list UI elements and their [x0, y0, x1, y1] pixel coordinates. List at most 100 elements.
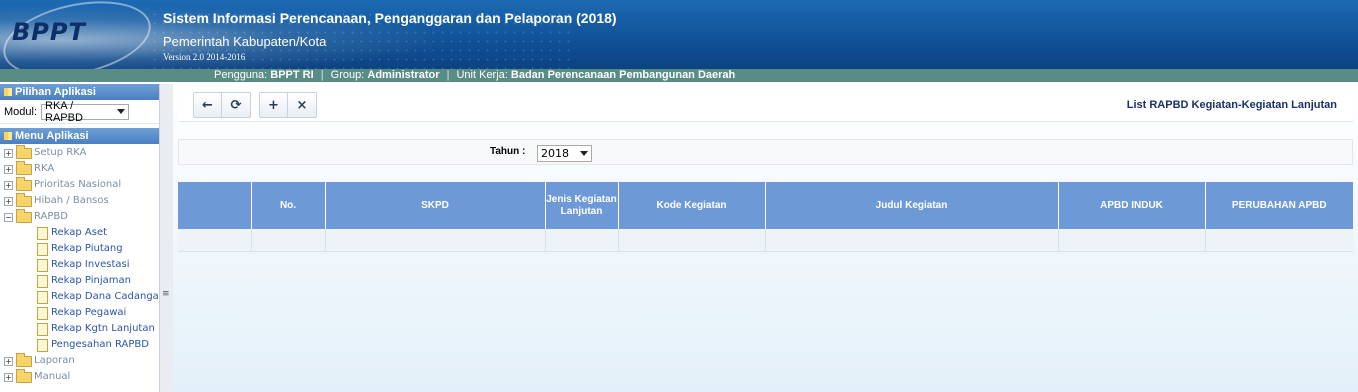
document-icon — [37, 323, 48, 336]
folder-icon — [16, 161, 32, 175]
chevron-down-icon — [580, 151, 588, 156]
grip-icon — [4, 88, 12, 96]
unit-value: Badan Perencanaan Pembangunan Daerah — [510, 69, 736, 81]
rapbd-table: No. SKPD Jenis Kegiatan Lanjutan Kode Ke… — [178, 182, 1353, 252]
tree-item-rka[interactable]: + RKA — [0, 161, 159, 177]
tree-item-rekap-pinjaman[interactable]: Rekap Pinjaman — [0, 273, 159, 289]
modul-select-value: RKA / RAPBD — [45, 99, 83, 124]
expand-icon[interactable]: + — [4, 357, 13, 366]
folder-icon — [16, 145, 32, 159]
document-icon — [37, 227, 48, 240]
tree-item-manual[interactable]: + Manual — [0, 369, 159, 385]
tree-item-rekap-aset[interactable]: Rekap Aset — [0, 225, 159, 241]
group-label: Group: — [330, 69, 365, 81]
tree-item-setup-rka[interactable]: + Setup RKA — [0, 145, 159, 161]
pilihan-aplikasi-header[interactable]: Pilihan Aplikasi — [0, 84, 159, 100]
menu-aplikasi-header[interactable]: Menu Aplikasi — [0, 128, 159, 144]
group-value: Administrator — [367, 69, 440, 81]
app-version: Version 2.0 2014-2016 — [163, 52, 246, 62]
column-header-apbd-induk[interactable]: APBD INDUK — [1058, 182, 1206, 229]
app-header: BPPT Sistem Informasi Perencanaan, Penga… — [0, 0, 1358, 82]
nav-button-group: ← ⟳ — [193, 92, 251, 118]
menu-tree: + Setup RKA + RKA + Prioritas Nasional +… — [0, 144, 159, 385]
table-header-row: No. SKPD Jenis Kegiatan Lanjutan Kode Ke… — [178, 182, 1353, 229]
column-header-select — [178, 182, 252, 229]
table-cell — [1058, 229, 1206, 252]
document-icon — [37, 291, 48, 304]
sidebar-splitter[interactable]: ≡ — [159, 84, 173, 392]
toolbar: ← ⟳ + × List RAPBD Kegiatan-Kegiatan Lan… — [178, 86, 1353, 122]
table-cell — [251, 229, 326, 252]
expand-icon[interactable]: + — [4, 373, 13, 382]
app-subtitle: Pemerintah Kabupaten/Kota — [163, 34, 327, 49]
document-icon — [37, 339, 48, 352]
user-value: BPPT RI — [270, 69, 314, 81]
open-folder-icon — [16, 209, 32, 223]
tree-item-rekap-piutang[interactable]: Rekap Piutang — [0, 241, 159, 257]
unit-label: Unit Kerja: — [456, 69, 508, 81]
folder-icon — [16, 193, 32, 207]
modul-label: Modul: — [4, 105, 38, 118]
tree-item-pengesahan-rapbd[interactable]: Pengesahan RAPBD — [0, 337, 159, 353]
table-cell — [618, 229, 766, 252]
modul-select[interactable]: RKA / RAPBD — [41, 100, 130, 124]
column-header-jenis-kegiatan-lanjutan[interactable]: Jenis Kegiatan Lanjutan — [545, 182, 619, 229]
column-header-skpd[interactable]: SKPD — [325, 182, 546, 229]
app-title: Sistem Informasi Perencanaan, Penganggar… — [163, 10, 617, 26]
expand-icon[interactable]: + — [4, 165, 13, 174]
tree-item-hibah-bansos[interactable]: + Hibah / Bansos — [0, 193, 159, 209]
user-info-bar: Pengguna: BPPT RI | Group: Administrator… — [0, 69, 1358, 82]
back-button[interactable]: ← — [194, 93, 222, 117]
pilihan-aplikasi-title: Pilihan Aplikasi — [15, 86, 96, 98]
modul-row: Modul: RKA / RAPBD — [0, 100, 159, 124]
splitter-grip-icon[interactable]: ≡ — [162, 289, 170, 299]
main-content: ← ⟳ + × List RAPBD Kegiatan-Kegiatan Lan… — [173, 84, 1358, 392]
column-header-kode-kegiatan[interactable]: Kode Kegiatan — [618, 182, 766, 229]
table-cell — [765, 229, 1059, 252]
expand-icon[interactable]: + — [4, 197, 13, 206]
tree-item-rekap-kgtn-lanjutan[interactable]: Rekap Kgtn Lanjutan — [0, 321, 159, 337]
sidebar: Pilihan Aplikasi Modul: RKA / RAPBD Menu… — [0, 84, 160, 392]
tree-item-rapbd[interactable]: − RAPBD — [0, 209, 159, 225]
table-cell — [545, 229, 619, 252]
expand-icon[interactable]: + — [4, 181, 13, 190]
expand-icon[interactable]: + — [4, 149, 13, 158]
add-button[interactable]: + — [260, 93, 288, 117]
refresh-icon: ⟳ — [230, 97, 242, 113]
edit-button-group: + × — [259, 92, 317, 118]
document-icon — [37, 243, 48, 256]
menu-aplikasi-title: Menu Aplikasi — [15, 130, 89, 142]
bppt-logo: BPPT — [12, 18, 86, 46]
page-title: List RAPBD Kegiatan-Kegiatan Lanjutan — [1126, 99, 1337, 111]
chevron-down-icon — [117, 109, 126, 114]
folder-icon — [16, 369, 32, 383]
user-label: Pengguna: — [214, 69, 268, 81]
separator: | — [446, 69, 450, 81]
close-icon: × — [296, 97, 308, 113]
document-icon — [37, 275, 48, 288]
delete-button[interactable]: × — [288, 93, 316, 117]
column-header-no[interactable]: No. — [251, 182, 326, 229]
tree-item-rekap-dana-cadangan[interactable]: Rekap Dana Cadanga — [0, 289, 159, 305]
column-header-perubahan-apbd[interactable]: PERUBAHAN APBD — [1205, 182, 1353, 229]
table-cell — [178, 229, 252, 252]
tree-item-rekap-pegawai[interactable]: Rekap Pegawai — [0, 305, 159, 321]
separator: | — [320, 69, 324, 81]
table-row[interactable] — [178, 229, 1353, 252]
folder-icon — [16, 353, 32, 367]
refresh-button[interactable]: ⟳ — [222, 93, 250, 117]
column-header-judul-kegiatan[interactable]: Judul Kegiatan — [765, 182, 1059, 229]
grip-icon — [4, 132, 12, 140]
document-icon — [37, 259, 48, 272]
collapse-icon[interactable]: − — [4, 213, 13, 222]
document-icon — [37, 307, 48, 320]
table-cell — [325, 229, 546, 252]
folder-icon — [16, 177, 32, 191]
tahun-label: Tahun : — [490, 146, 526, 157]
tree-item-rekap-investasi[interactable]: Rekap Investasi — [0, 257, 159, 273]
tree-item-prioritas-nasional[interactable]: + Prioritas Nasional — [0, 177, 159, 193]
tree-item-laporan[interactable]: + Laporan — [0, 353, 159, 369]
table-cell — [1205, 229, 1353, 252]
arrow-left-icon: ← — [202, 97, 213, 113]
tahun-select[interactable]: 2018 — [537, 145, 592, 162]
